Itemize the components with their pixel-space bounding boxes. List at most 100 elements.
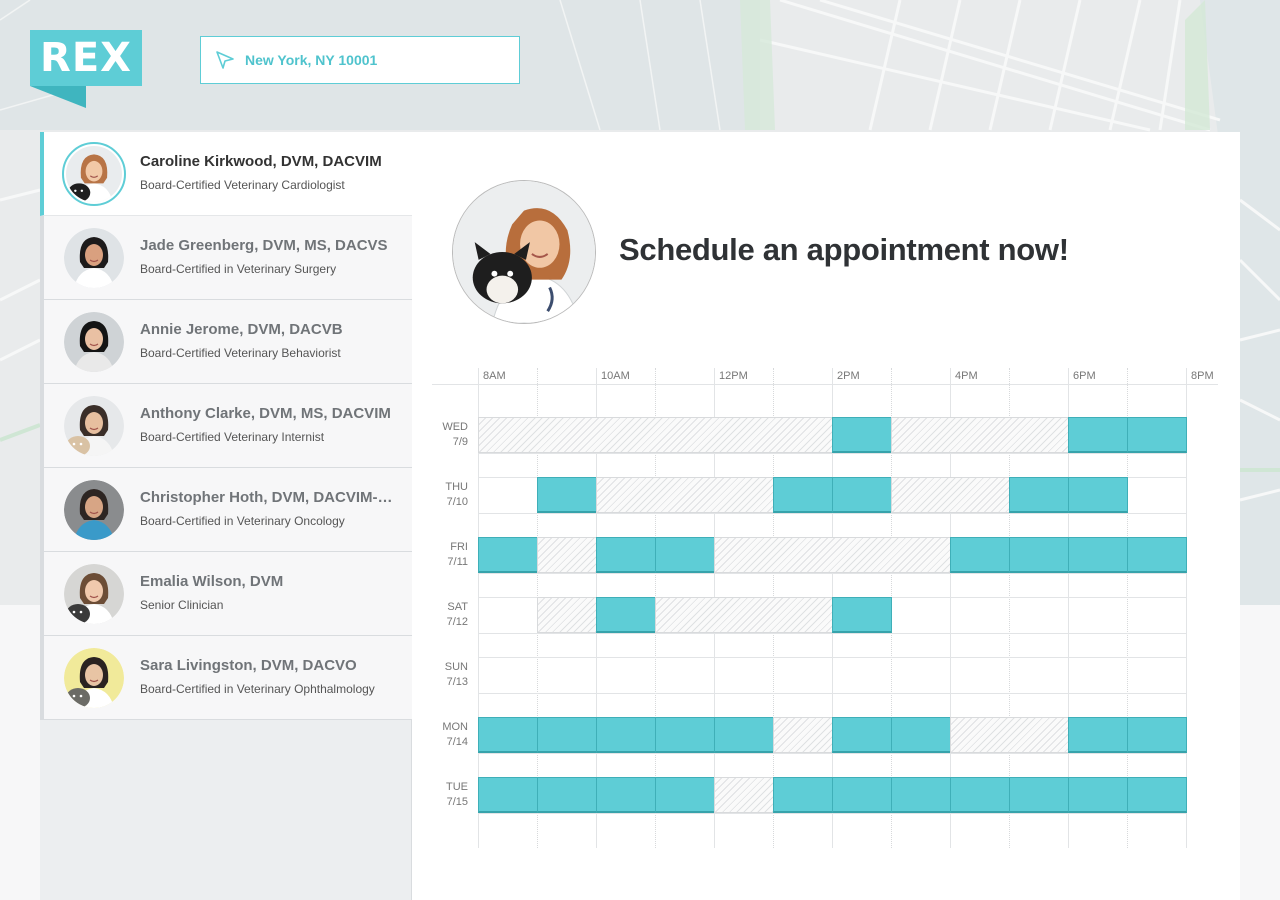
open-time-slot[interactable] [537, 777, 597, 813]
open-time-slot[interactable] [1009, 537, 1069, 573]
doctor-with-dog-image [453, 181, 595, 323]
row-gridline [478, 513, 1187, 514]
doctor-name: Annie Jerome, DVM, DACVB [140, 321, 343, 338]
open-time-slot[interactable] [1068, 777, 1128, 813]
avatar [62, 142, 126, 206]
open-time-slot[interactable] [596, 777, 656, 813]
doctor-title: Board-Certified Veterinary Cardiologist [140, 178, 345, 192]
time-label: 2PM [837, 370, 860, 382]
day-date: 7/15 [446, 796, 468, 808]
open-time-slot[interactable] [773, 477, 833, 513]
open-time-slot[interactable] [1127, 777, 1187, 813]
doctor-item[interactable]: Caroline Kirkwood, DVM, DACVIM Board-Cert… [40, 132, 412, 216]
open-time-slot[interactable] [1009, 777, 1069, 813]
open-time-slot[interactable] [1068, 417, 1128, 453]
avatar [64, 312, 124, 372]
doctor-name: Sara Livingston, DVM, DACVO [140, 657, 357, 674]
day-name: WED [442, 421, 468, 433]
avatar [64, 564, 124, 624]
open-time-slot[interactable] [891, 717, 951, 753]
open-time-slot[interactable] [1009, 477, 1069, 513]
day-label: THU 7/10 [432, 480, 468, 510]
booked-time-slot [537, 597, 597, 633]
day-date: 7/14 [446, 736, 468, 748]
open-time-slot[interactable] [1068, 477, 1128, 513]
open-time-slot[interactable] [832, 477, 892, 513]
open-time-slot[interactable] [950, 777, 1010, 813]
open-time-slot[interactable] [596, 717, 656, 753]
open-time-slot[interactable] [655, 717, 715, 753]
booked-time-slot [714, 777, 774, 813]
avatar [64, 648, 124, 708]
day-label: TUE 7/15 [432, 780, 468, 810]
open-time-slot[interactable] [950, 537, 1010, 573]
selected-doctor-photo [452, 180, 596, 324]
doctor-name: Caroline Kirkwood, DVM, DACVIM [140, 153, 382, 170]
open-time-slot[interactable] [655, 777, 715, 813]
open-time-slot[interactable] [537, 717, 597, 753]
day-label: SAT 7/12 [432, 600, 468, 630]
day-date: 7/12 [446, 616, 468, 628]
day-date: 7/13 [446, 676, 468, 688]
open-time-slot[interactable] [832, 417, 892, 453]
open-time-slot[interactable] [832, 717, 892, 753]
open-time-slot[interactable] [1127, 537, 1187, 573]
main-panel: Caroline Kirkwood, DVM, DACVIM Board-Cert… [40, 132, 1240, 900]
open-time-slot[interactable] [773, 777, 833, 813]
doctor-title: Board-Certified in Veterinary Ophthalmol… [140, 682, 375, 696]
open-time-slot[interactable] [832, 777, 892, 813]
time-label: 12PM [719, 370, 748, 382]
open-time-slot[interactable] [478, 777, 538, 813]
open-time-slot[interactable] [891, 777, 951, 813]
doctor-name: Jade Greenberg, DVM, MS, DACVS [140, 237, 388, 254]
open-time-slot[interactable] [537, 477, 597, 513]
doctor-list: Caroline Kirkwood, DVM, DACVIM Board-Cert… [40, 132, 412, 900]
time-axis-line [432, 384, 1218, 385]
open-time-slot[interactable] [714, 717, 774, 753]
row-gridline [478, 753, 1187, 754]
open-time-slot[interactable] [596, 597, 656, 633]
doctor-item[interactable]: Anthony Clarke, DVM, MS, DACVIM Board-Cer… [40, 384, 412, 468]
day-name: SAT [447, 601, 468, 613]
doctor-name: Christopher Hoth, DVM, DACVIM-Onc... [140, 489, 402, 506]
avatar [64, 228, 124, 288]
booked-time-slot [596, 477, 774, 513]
page-heading: Schedule an appointment now! [619, 232, 1069, 267]
doctor-title: Senior Clinician [140, 598, 224, 612]
open-time-slot[interactable] [478, 717, 538, 753]
open-time-slot[interactable] [596, 537, 656, 573]
location-value: New York, NY 10001 [245, 52, 378, 68]
booked-time-slot [478, 417, 833, 453]
doctor-item[interactable]: Christopher Hoth, DVM, DACVIM-Onc... Boar… [40, 468, 412, 552]
doctor-item[interactable]: Annie Jerome, DVM, DACVB Board-Certified … [40, 300, 412, 384]
day-name: THU [445, 481, 468, 493]
avatar [64, 396, 124, 456]
booked-time-slot [891, 417, 1069, 453]
doctor-title: Board-Certified in Veterinary Surgery [140, 262, 337, 276]
day-label: WED 7/9 [432, 420, 468, 450]
open-time-slot[interactable] [655, 537, 715, 573]
day-label: SUN 7/13 [432, 660, 468, 690]
open-time-slot[interactable] [1068, 717, 1128, 753]
location-field[interactable]: New York, NY 10001 [200, 36, 520, 84]
day-date: 7/9 [452, 436, 468, 448]
rex-logo[interactable]: REX [30, 30, 142, 108]
open-time-slot[interactable] [1068, 537, 1128, 573]
open-time-slot[interactable] [478, 537, 538, 573]
time-label: 6PM [1073, 370, 1096, 382]
booked-time-slot [714, 537, 951, 573]
booked-time-slot [537, 537, 597, 573]
location-arrow-icon [216, 51, 234, 69]
time-label: 10AM [601, 370, 630, 382]
doctor-item[interactable]: Sara Livingston, DVM, DACVO Board-Certifi… [40, 636, 412, 720]
open-time-slot[interactable] [1127, 417, 1187, 453]
appointment-schedule: 8AM 10AM 12PM 2PM 4PM 6PM 8PM WED 7/9 THU 7/10 FRI 7… [432, 364, 1222, 854]
avatar [64, 480, 124, 540]
row-gridline [478, 633, 1187, 634]
open-time-slot[interactable] [832, 597, 892, 633]
day-label: MON 7/14 [432, 720, 468, 750]
row-gridline [478, 693, 1187, 694]
doctor-item[interactable]: Jade Greenberg, DVM, MS, DACVS Board-Cert… [40, 216, 412, 300]
doctor-item[interactable]: Emalia Wilson, DVM Senior Clinician [40, 552, 412, 636]
open-time-slot[interactable] [1127, 717, 1187, 753]
